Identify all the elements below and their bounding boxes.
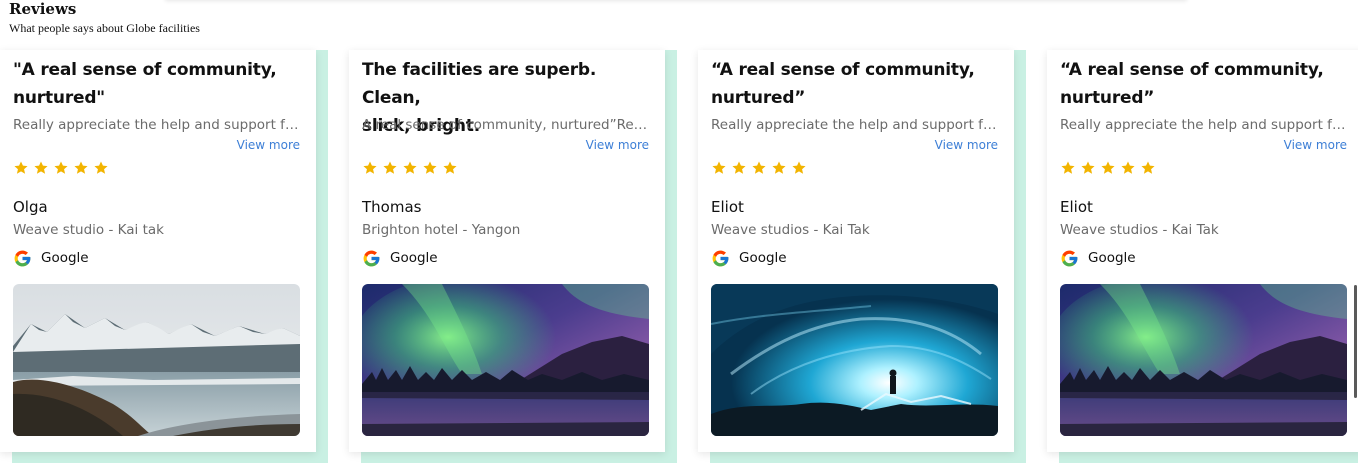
reviewer-name: Thomas: [362, 198, 422, 216]
ice-cave-photo: [711, 284, 998, 436]
google-icon: [13, 249, 32, 268]
star-icon: [1140, 160, 1156, 176]
review-quote-line: nurtured”: [1060, 88, 1155, 108]
view-more-link[interactable]: View more: [13, 138, 300, 152]
google-icon: [362, 249, 381, 268]
view-more-link[interactable]: View more: [1060, 138, 1347, 152]
review-quote: “A real sense of community, nurtured”: [711, 56, 1001, 112]
star-icon: [731, 160, 747, 176]
star-rating: [711, 160, 998, 178]
review-quote: “A real sense of community, nurtured”: [1060, 56, 1350, 112]
aurora-photo: [1060, 284, 1347, 436]
review-source: Google: [13, 248, 300, 268]
google-icon: [1060, 249, 1079, 268]
review-card-wrapper: “A real sense of community, nurtured” Re…: [1047, 50, 1358, 463]
review-card[interactable]: "A real sense of community, nurtured" Re…: [0, 50, 316, 452]
review-snippet: Really appreciate the help and support f…: [1060, 117, 1347, 133]
star-rating: [362, 160, 649, 178]
review-quote: "A real sense of community, nurtured": [13, 56, 303, 112]
aurora-photo: [362, 284, 649, 436]
review-source: Google: [1060, 248, 1347, 268]
review-quote-line: The facilities are superb. Clean,: [362, 60, 597, 108]
star-icon: [53, 160, 69, 176]
review-quote-line: nurtured": [13, 88, 105, 108]
review-source-label: Google: [1088, 250, 1136, 266]
view-more-link[interactable]: View more: [711, 138, 998, 152]
review-snippet: Really appreciate the help and support f…: [13, 117, 300, 133]
star-icon: [13, 160, 29, 176]
star-icon: [1060, 160, 1076, 176]
reviewer-name: Olga: [13, 198, 48, 216]
view-more-link[interactable]: View more: [362, 138, 649, 152]
review-card-wrapper: The facilities are superb. Clean, slick,…: [349, 50, 677, 463]
reviewer-location: Weave studios - Kai Tak: [711, 222, 870, 238]
star-icon: [1100, 160, 1116, 176]
review-quote: The facilities are superb. Clean, slick,…: [362, 56, 652, 136]
review-source-label: Google: [739, 250, 787, 266]
reviewer-location: Weave studio - Kai tak: [13, 222, 164, 238]
star-icon: [402, 160, 418, 176]
review-card[interactable]: The facilities are superb. Clean, slick,…: [349, 50, 665, 452]
star-icon: [382, 160, 398, 176]
review-card-wrapper: "A real sense of community, nurtured" Re…: [0, 50, 328, 463]
star-icon: [362, 160, 378, 176]
star-icon: [33, 160, 49, 176]
star-icon: [93, 160, 109, 176]
review-quote-line: "A real sense of community,: [13, 60, 277, 80]
star-icon: [711, 160, 727, 176]
reviewer-location: Brighton hotel - Yangon: [362, 222, 521, 238]
review-quote-line: nurtured”: [711, 88, 806, 108]
star-icon: [73, 160, 89, 176]
vertical-scrollbar-thumb[interactable]: [1354, 285, 1357, 398]
review-source-label: Google: [41, 250, 89, 266]
reviewer-name: Eliot: [711, 198, 744, 216]
section-subtitle: What people says about Globe facilities: [9, 21, 200, 35]
star-rating: [13, 160, 300, 178]
reviews-header: Reviews What people says about Globe fac…: [9, 0, 200, 36]
review-source: Google: [711, 248, 998, 268]
review-card[interactable]: “A real sense of community, nurtured” Re…: [1047, 50, 1358, 452]
star-icon: [422, 160, 438, 176]
star-icon: [771, 160, 787, 176]
star-icon: [751, 160, 767, 176]
review-source-label: Google: [390, 250, 438, 266]
star-icon: [1080, 160, 1096, 176]
mountain-lake-photo: [13, 284, 300, 436]
star-rating: [1060, 160, 1347, 178]
section-title: Reviews: [9, 0, 77, 18]
star-icon: [1120, 160, 1136, 176]
star-icon: [791, 160, 807, 176]
review-card-wrapper: “A real sense of community, nurtured” Re…: [698, 50, 1026, 463]
star-icon: [442, 160, 458, 176]
reviewer-location: Weave studios - Kai Tak: [1060, 222, 1219, 238]
review-source: Google: [362, 248, 649, 268]
review-quote-line: “A real sense of community,: [711, 60, 975, 80]
review-quote-line: “A real sense of community,: [1060, 60, 1324, 80]
review-snippet: A real sense of community, nurtured”Real…: [362, 117, 649, 133]
review-card[interactable]: “A real sense of community, nurtured” Re…: [698, 50, 1014, 452]
google-icon: [711, 249, 730, 268]
reviewer-name: Eliot: [1060, 198, 1093, 216]
review-snippet: Really appreciate the help and support f…: [711, 117, 998, 133]
